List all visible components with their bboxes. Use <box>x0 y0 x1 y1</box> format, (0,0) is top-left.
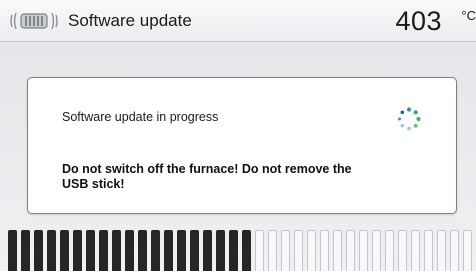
temperature-readout: 403 <box>395 6 442 36</box>
progress-segment-filled <box>216 230 225 271</box>
update-status-text: Software update in progress <box>62 110 219 124</box>
progress-segment-filled <box>47 230 56 271</box>
progress-segment-empty <box>411 230 420 271</box>
progress-segment-filled <box>177 230 186 271</box>
progress-segment-filled <box>138 230 147 271</box>
progress-segment-empty <box>463 230 472 271</box>
warning-message: Do not switch off the furnace! Do not re… <box>62 162 352 191</box>
progress-segment-filled <box>73 230 82 271</box>
progress-segment-empty <box>320 230 329 271</box>
progress-segment-filled <box>8 230 17 271</box>
update-screen: Software update 403 °C Software update i… <box>0 0 476 271</box>
progress-segment-filled <box>229 230 238 271</box>
progress-segment-filled <box>86 230 95 271</box>
progress-segment-empty <box>333 230 342 271</box>
progress-segment-empty <box>385 230 394 271</box>
temperature-unit: °C <box>461 8 476 23</box>
progress-segment-empty <box>255 230 264 271</box>
furnace-icon <box>10 12 58 30</box>
progress-segment-filled <box>125 230 134 271</box>
progress-segment-empty <box>307 230 316 271</box>
progress-segment-filled <box>21 230 30 271</box>
progress-segment-filled <box>112 230 121 271</box>
progress-segment-filled <box>190 230 199 271</box>
progress-segment-filled <box>203 230 212 271</box>
page-title: Software update <box>68 11 192 30</box>
header-bar: Software update 403 °C <box>0 0 476 42</box>
progress-segment-empty <box>372 230 381 271</box>
progress-segment-empty <box>398 230 407 271</box>
progress-segment-empty <box>294 230 303 271</box>
progress-segment-empty <box>281 230 290 271</box>
progress-segment-filled <box>151 230 160 271</box>
progress-segment-filled <box>242 230 251 271</box>
progress-segment-empty <box>346 230 355 271</box>
progress-segment-filled <box>60 230 69 271</box>
progress-bar <box>0 230 476 271</box>
progress-segment-empty <box>424 230 433 271</box>
loading-spinner-icon <box>398 107 421 131</box>
progress-segment-filled <box>164 230 173 271</box>
update-dialog: Software update in progress Do not switc… <box>27 77 457 214</box>
progress-segment-empty <box>359 230 368 271</box>
progress-segment-filled <box>34 230 43 271</box>
progress-segment-empty <box>450 230 459 271</box>
progress-segment-empty <box>437 230 446 271</box>
progress-segment-filled <box>99 230 108 271</box>
progress-segment-empty <box>268 230 277 271</box>
